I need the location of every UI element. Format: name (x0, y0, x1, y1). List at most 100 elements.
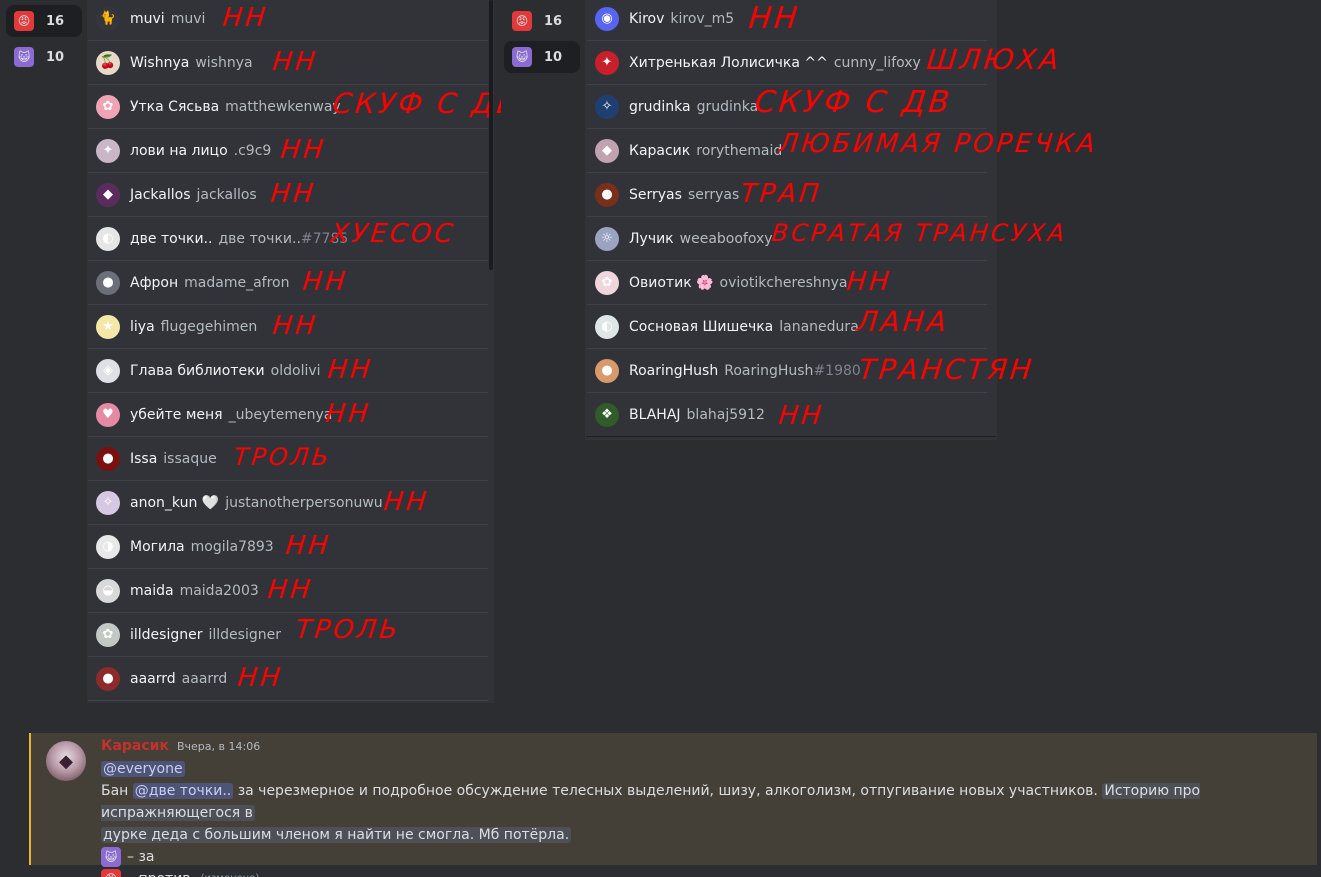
username: jackallos (196, 186, 257, 203)
list-item[interactable]: ● Issa issaque ТРОЛЬ (88, 437, 488, 481)
list-item[interactable]: 🍒 Wishnya wishnya НН (88, 41, 488, 85)
avatar[interactable]: ❖ (595, 402, 619, 427)
avatar[interactable]: ◑ (96, 534, 120, 559)
handwritten-note: НН (747, 1, 802, 36)
list-item[interactable]: ✧ anon_kun 🤍 justanotherpersonuwu НН (88, 481, 488, 525)
username: oviotikchereshnya (719, 274, 848, 291)
divider (586, 436, 996, 437)
list-item[interactable]: ● RoaringHush RoaringHush #1980 ТРАНСТЯН (587, 349, 1036, 393)
list-item[interactable]: ☼ Лучик weeaboofoxy ВСРАТАЯ ТРАНСУХА (587, 217, 1069, 261)
handwritten-note: НН (271, 311, 320, 341)
avatar[interactable]: ● (96, 270, 120, 295)
list-item[interactable]: ◐ две точки.. две точки.. #7785 ХУЕСОС (88, 217, 488, 261)
handwritten-note: НН (236, 663, 285, 693)
username: matthewkenway (225, 98, 341, 115)
handwritten-note: СКУФ С ДВ (753, 85, 955, 120)
reaction-tab-angry[interactable]: 😡 16 (504, 5, 580, 37)
message-author[interactable]: Карасик (101, 738, 169, 754)
avatar[interactable]: 🐈 (96, 6, 120, 31)
avatar[interactable]: ✿ (96, 94, 120, 119)
username: grudinka (696, 98, 759, 115)
avatar[interactable]: ★ (96, 314, 120, 339)
display-name: maida (130, 582, 174, 599)
list-item[interactable]: ✦ Хитренькая Лолисичка ^^ cunny_lifoxy ШЛЮХ… (587, 41, 1063, 85)
handwritten-note: НН (271, 47, 320, 77)
avatar[interactable]: 🍒 (96, 50, 120, 75)
list-item[interactable]: ✿ illdesigner illdesigner ТРОЛЬ (88, 613, 488, 657)
list-item[interactable]: ◈ Глава библиотеки oldolivi НН (88, 349, 488, 393)
mention-everyone[interactable]: @everyone (101, 761, 185, 777)
avatar[interactable]: ✦ (595, 50, 619, 75)
handwritten-note: ВСРАТАЯ ТРАНСУХА (770, 219, 1069, 247)
avatar[interactable]: ◆ (595, 138, 619, 163)
handwritten-note: НН (266, 575, 315, 605)
display-name: anon_kun 🤍 (130, 494, 220, 511)
avatar[interactable]: ● (595, 182, 619, 207)
list-item[interactable]: ✦ лови на лицо .c9c9 НН (88, 129, 488, 173)
list-item[interactable]: ◉ Kirov kirov_m5 НН (587, 0, 987, 41)
handwritten-note: ТРОЛЬ (294, 615, 402, 645)
display-name: Глава библиотеки (130, 362, 265, 379)
avatar[interactable]: ✿ (595, 270, 619, 295)
reaction-tab-cat[interactable]: 😺 10 (6, 41, 82, 73)
reaction-count: 10 (46, 49, 65, 65)
username: oldolivi (270, 362, 321, 379)
handwritten-note: ХУЕСОС (329, 219, 458, 249)
list-item[interactable]: ● Афрон madame_afron НН (88, 261, 488, 305)
list-item[interactable]: ◑ Могила mogila7893 НН (88, 525, 488, 569)
display-name: Афрон (130, 274, 179, 291)
avatar[interactable]: ● (96, 446, 120, 471)
spoiler-text[interactable]: дурке деда с большим членом я найти не с… (101, 827, 572, 843)
avatar[interactable]: ◆ (46, 741, 86, 781)
username: kirov_m5 (670, 10, 735, 27)
avatar[interactable]: ☼ (595, 226, 619, 251)
avatar[interactable]: ✧ (96, 490, 120, 515)
reaction-count: 16 (46, 13, 65, 29)
message-text: Бан (101, 783, 133, 799)
message-text: за черезмерное и подробное обсуждение те… (233, 783, 1098, 799)
reactor-list-right: ◉ Kirov kirov_m5 НН ✦ Хитренькая Лолисичка ^^… (587, 0, 1099, 437)
avatar[interactable]: ◐ (595, 314, 619, 339)
list-item[interactable]: ◐ Сосновая Шишечка lananedura ЛАНА (587, 305, 987, 349)
reaction-tab-angry[interactable]: 😡 16 (6, 5, 82, 37)
avatar[interactable]: ✿ (96, 622, 120, 647)
mention-user[interactable]: @две точки.. (132, 783, 234, 799)
list-item[interactable]: ◒ maida maida2003 НН (88, 569, 488, 613)
handwritten-note: НН (279, 135, 328, 165)
display-name: Сосновая Шишечка (629, 318, 774, 335)
avatar[interactable]: ✧ (595, 94, 619, 119)
list-item[interactable]: ★ liya flugegehimen НН (88, 305, 488, 349)
list-item[interactable]: ● Serryas serryas ТРАП (587, 173, 987, 217)
list-item[interactable]: 🐈 muvi muvi НН (88, 0, 488, 41)
username: lananedura (779, 318, 859, 335)
list-item[interactable]: ◆ Карасик rorythemaid ЛЮБИМАЯ РОРЕЧКА (587, 129, 1099, 173)
display-name: BLAHAJ (629, 406, 681, 423)
list-item[interactable]: ✿ Утка Сясьва matthewkenway СКУФ С ДВ (88, 85, 521, 129)
avatar[interactable]: ♥ (96, 402, 120, 427)
avatar[interactable]: ● (96, 666, 120, 691)
avatar[interactable]: ◒ (96, 578, 120, 603)
avatar[interactable]: ● (595, 358, 619, 383)
username: justanotherpersonuwu (225, 494, 383, 511)
list-item[interactable]: ♥ убейте меня _ubeytemenya НН (88, 393, 488, 437)
username: _ubeytemenya (228, 406, 333, 423)
reaction-tab-cat[interactable]: 😺 10 (504, 41, 580, 73)
reaction-count: 10 (544, 49, 563, 65)
handwritten-note: НН (301, 267, 350, 297)
handwritten-note: НН (382, 487, 431, 517)
display-name: grudinka (629, 98, 691, 115)
display-name: muvi (130, 10, 165, 27)
scrollbar[interactable] (489, 0, 493, 270)
list-item[interactable]: ● aaarrd aaarrd НН (88, 657, 488, 701)
username: madame_afron (184, 274, 290, 291)
avatar[interactable]: ◆ (96, 182, 120, 207)
list-item[interactable]: ✧ grudinka grudinka СКУФ С ДВ (587, 85, 987, 129)
avatar[interactable]: ◉ (595, 6, 619, 31)
list-item[interactable]: ◆ Jackallos jackallos НН (88, 173, 488, 217)
avatar[interactable]: ✦ (96, 138, 120, 163)
list-item[interactable]: ✿ Овиотик 🌸 oviotikchereshnya НН (587, 261, 987, 305)
avatar[interactable]: ◐ (96, 226, 120, 251)
chat-message[interactable]: ◆ Карасик Вчера, в 14:06 @everyone Бан @… (29, 733, 1317, 877)
list-item[interactable]: ❖ BLAHAJ blahaj5912 НН (587, 393, 987, 437)
avatar[interactable]: ◈ (96, 358, 120, 383)
